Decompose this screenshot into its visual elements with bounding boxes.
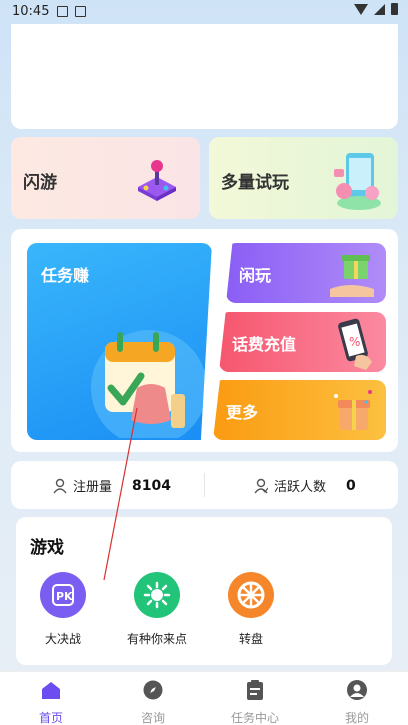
flash-play-label: 闪游: [23, 173, 57, 193]
games-section: 游戏 PK 大决战 有种你来点 转盘: [16, 517, 392, 665]
game-name: 转盘: [238, 632, 263, 646]
wifi-icon: [354, 3, 368, 15]
more-label: 更多: [226, 403, 259, 422]
stats-divider: [204, 473, 205, 497]
notification-image-icon: [75, 6, 86, 17]
active-value: 0: [346, 477, 356, 494]
svg-text:%: %: [349, 335, 360, 349]
tab-task-center[interactable]: 任务中心: [215, 679, 295, 725]
phone-recharge-card[interactable]: 话费充值 %: [219, 312, 386, 372]
joystick-icon: [138, 160, 176, 201]
home-icon: [42, 682, 60, 699]
idle-play-card[interactable]: 闲玩: [226, 243, 386, 303]
notification-a-icon: [57, 6, 68, 17]
status-time: 10:45: [12, 4, 50, 19]
phone-recharge-icon: %: [338, 318, 372, 370]
pk-icon: PK: [40, 572, 86, 618]
game-wheel[interactable]: 转盘: [206, 572, 296, 647]
task-earn-label: 任务赚: [41, 266, 90, 285]
trial-play-label: 多量试玩: [221, 173, 289, 193]
tab-label: 任务中心: [230, 711, 279, 725]
registered-stat: 注册量 8104: [53, 476, 171, 495]
active-user-icon: [254, 478, 268, 493]
wheel-icon: [228, 572, 274, 618]
registered-label: 注册量: [73, 480, 113, 495]
gift-box-icon: [334, 390, 372, 430]
tab-consult[interactable]: 咨询: [113, 679, 193, 725]
game-big-battle[interactable]: PK 大决战: [18, 572, 108, 647]
gift-icon: [330, 255, 374, 297]
active-label: 活跃人数: [274, 480, 327, 495]
profile-icon: [347, 680, 367, 700]
idle-play-label: 闲玩: [239, 266, 272, 285]
game-name: 有种你来点: [126, 632, 187, 646]
target-icon: [134, 572, 180, 618]
flash-play-card[interactable]: 闪游: [11, 137, 200, 219]
registered-value: 8104: [132, 477, 171, 494]
more-card[interactable]: 更多: [213, 380, 386, 440]
tab-label: 首页: [38, 711, 63, 725]
signal-icon: [374, 3, 385, 15]
clipboard-icon: [247, 680, 263, 700]
bottom-tab-bar: 首页 咨询 任务中心 我的: [0, 671, 408, 725]
game-tap-challenge[interactable]: 有种你来点: [112, 572, 202, 647]
task-earn-card[interactable]: 任务赚: [27, 243, 212, 440]
tab-label: 咨询: [140, 711, 165, 725]
battery-icon: [391, 3, 398, 15]
game-name: 大决战: [44, 632, 81, 646]
phone-recharge-label: 话费充值: [232, 335, 297, 354]
status-indicators: [354, 3, 398, 15]
banner[interactable]: [11, 24, 398, 129]
compass-icon: [143, 680, 163, 700]
tab-home[interactable]: 首页: [11, 679, 91, 725]
games-title: 游戏: [30, 538, 64, 558]
status-bar: 10:45: [0, 0, 408, 24]
active-stat: 活跃人数 0: [254, 476, 356, 495]
stats-bar: 注册量 8104 活跃人数 0: [11, 461, 398, 509]
svg-text:PK: PK: [56, 590, 73, 603]
phone-game-icon: [334, 153, 381, 210]
trial-play-card[interactable]: 多量试玩: [209, 137, 398, 219]
tab-label: 我的: [344, 711, 369, 725]
calendar-icon: [91, 330, 207, 438]
user-icon: [53, 478, 67, 493]
tab-mine[interactable]: 我的: [317, 679, 397, 725]
